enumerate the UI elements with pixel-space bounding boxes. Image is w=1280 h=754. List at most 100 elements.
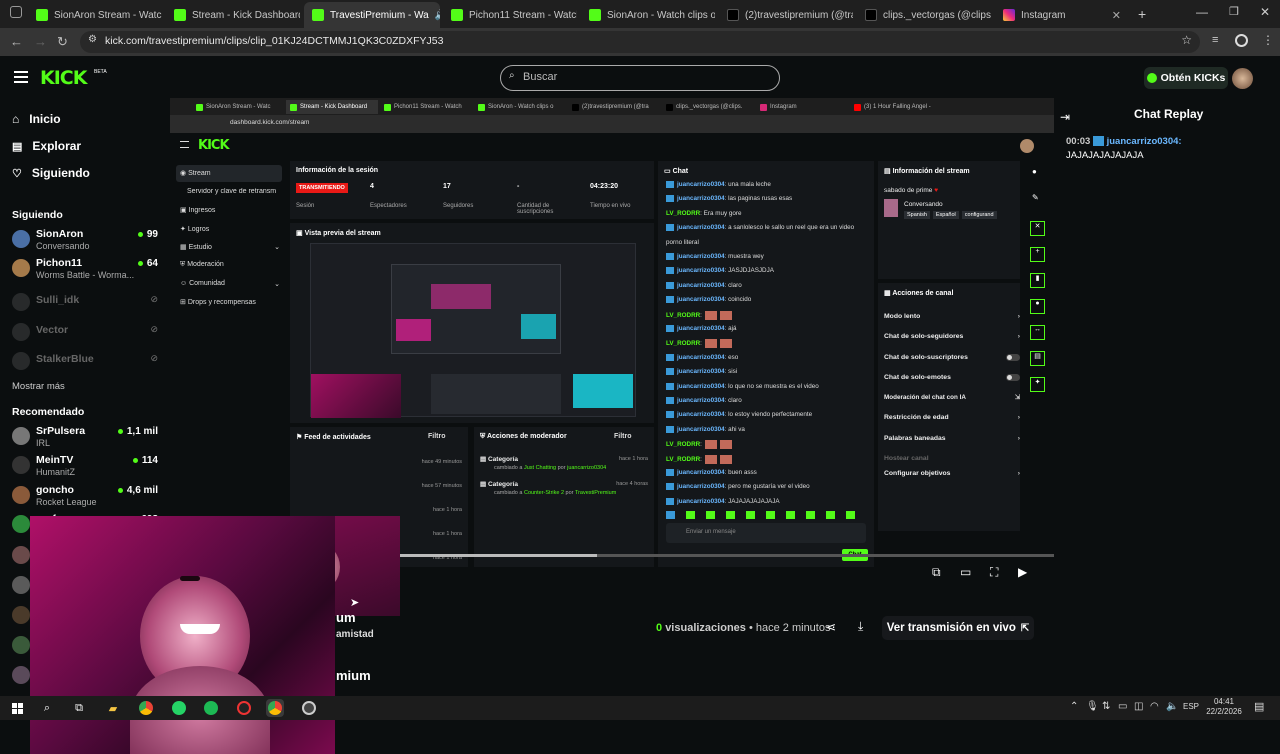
- chrome-icon[interactable]: [137, 699, 155, 717]
- avatar: [12, 259, 30, 277]
- mic-icon[interactable]: 🎙: [1086, 701, 1099, 712]
- reload-icon[interactable]: ↻: [57, 34, 68, 50]
- following-channel[interactable]: SionAron Conversando 99: [12, 226, 160, 254]
- new-tab-icon[interactable]: +: [1138, 6, 1146, 22]
- download-icon[interactable]: ⤓: [858, 619, 863, 634]
- minimize-window-icon[interactable]: —: [1196, 5, 1208, 19]
- chrome-active-icon[interactable]: [266, 699, 284, 717]
- community-icon: ☺: [180, 280, 188, 287]
- watch-live-button[interactable]: Ver transmisión en vivo ⇱: [882, 616, 1034, 640]
- show-more-link[interactable]: Mostrar más: [12, 381, 65, 392]
- captured-menu-icon: [180, 141, 189, 148]
- moderator-badge-icon: [666, 368, 674, 376]
- clip-subtitle: amistad: [336, 629, 374, 640]
- sidebar-item-explorar[interactable]: ▤ Explorar: [12, 139, 81, 153]
- browser-tab[interactable]: Stream - Kick Dashboard✕: [166, 4, 300, 26]
- avatar[interactable]: [12, 606, 30, 624]
- clip-channel-name[interactable]: mium: [336, 668, 371, 683]
- avatar[interactable]: [12, 666, 30, 684]
- media-controls-icon[interactable]: ≡: [1212, 34, 1218, 46]
- obs-icon[interactable]: [300, 699, 318, 717]
- theater-mode-icon[interactable]: ▭: [960, 565, 971, 579]
- recommended-channel[interactable]: MeinTV HumanitZ 114: [12, 452, 160, 480]
- viewer-count: 4,6 mil: [117, 485, 158, 496]
- avatar: [12, 352, 30, 370]
- whatsapp-icon[interactable]: [170, 699, 188, 717]
- chat-line: juancarrizo0304: ajá: [666, 325, 737, 332]
- clock[interactable]: 04:41 22/2/2026: [1206, 697, 1242, 717]
- browser-menu-icon[interactable]: ⋮: [1262, 33, 1274, 47]
- task-view-icon[interactable]: ⧉: [70, 699, 88, 717]
- browser-tab[interactable]: Pichon11 Stream - Watch✕: [443, 4, 577, 26]
- network-icon[interactable]: ⇅: [1102, 701, 1110, 712]
- avatar: [12, 293, 30, 311]
- forward-icon[interactable]: →: [34, 34, 47, 49]
- moderator-badge-icon: [666, 253, 674, 260]
- moderator-badge-icon: [1092, 136, 1104, 147]
- browser-tab[interactable]: Instagram ✕: [995, 4, 1129, 26]
- play-pause-icon[interactable]: ▶: [1018, 565, 1027, 579]
- notifications-icon[interactable]: ▤: [1254, 700, 1264, 713]
- info-icon: ●: [1032, 167, 1037, 176]
- app-icon[interactable]: [235, 699, 253, 717]
- category-icon: ▤: [480, 481, 487, 488]
- spotify-icon[interactable]: [202, 699, 220, 717]
- following-channel[interactable]: Vector ⊘: [12, 319, 160, 347]
- captured-tab-strip: SionAron Stream - Watc Stream - Kick Das…: [170, 98, 1054, 115]
- toggle-switch: [1006, 354, 1020, 361]
- following-channel[interactable]: Sulli_idk ⊘: [12, 289, 160, 317]
- tab-search-icon[interactable]: [10, 6, 22, 18]
- moderator-badge-icon: [666, 325, 674, 332]
- chat-tray-icon[interactable]: ◫: [1134, 701, 1143, 712]
- windows-start-icon[interactable]: [8, 699, 26, 717]
- share-icon[interactable]: ⋖: [826, 620, 836, 634]
- search-icon[interactable]: ⌕: [38, 699, 56, 717]
- address-bar[interactable]: ⚙ kick.com/travestipremium/clips/clip_01…: [80, 31, 1200, 53]
- video-progress-bar[interactable]: [340, 554, 1054, 557]
- browser-tab[interactable]: SionAron - Watch clips o✕: [581, 4, 715, 26]
- settings-icon: ▦: [884, 290, 891, 297]
- bookmark-star-icon[interactable]: ☆: [1181, 33, 1192, 47]
- moderator-badge-icon: [666, 382, 674, 390]
- volume-icon[interactable]: 🔈: [1166, 701, 1178, 712]
- close-tab-icon[interactable]: ✕: [1112, 9, 1121, 22]
- kick-favicon-icon: [589, 9, 601, 21]
- avatar[interactable]: [12, 636, 30, 654]
- site-info-icon[interactable]: ⚙: [88, 34, 97, 45]
- search-input[interactable]: ⌕ Buscar: [500, 65, 780, 91]
- avatar[interactable]: [12, 576, 30, 594]
- captured-tab: (3) 1 Hour Falling Angel -: [850, 100, 950, 114]
- pip-icon[interactable]: ⧉: [932, 565, 941, 580]
- following-channel[interactable]: Pichon11 Worms Battle - Worma... 64: [12, 255, 160, 283]
- following-channel[interactable]: StalkerBlue ⊘: [12, 348, 160, 376]
- captured-tab: Stream - Kick Dashboard: [286, 100, 378, 114]
- file-explorer-icon[interactable]: ▰: [104, 699, 122, 717]
- emote-image: [704, 310, 717, 320]
- browser-tab[interactable]: clips._vectorgas (@clips.✕: [857, 4, 991, 26]
- language-indicator[interactable]: ESP: [1183, 702, 1199, 711]
- collapse-chat-icon[interactable]: ⇥: [1060, 110, 1070, 124]
- back-icon[interactable]: ←: [10, 34, 23, 49]
- fullscreen-icon[interactable]: ⛶: [990, 565, 998, 580]
- avatar[interactable]: [12, 546, 30, 564]
- chat-line: juancarrizo0304: las paginas rusas esas: [666, 195, 792, 203]
- get-kicks-button[interactable]: Obtén KICKs: [1144, 67, 1228, 89]
- avatar: [12, 323, 30, 341]
- wifi-icon[interactable]: ◠: [1150, 701, 1159, 712]
- recommended-channel[interactable]: goncho Rocket League 4,6 mil: [12, 482, 160, 510]
- profile-icon[interactable]: [1235, 34, 1248, 47]
- captured-menu-item: ✦ Logros: [180, 226, 210, 233]
- sidebar-item-siguiendo[interactable]: ♡ Siguiendo: [12, 166, 90, 180]
- captured-tab: SionAron Stream - Watc: [192, 100, 284, 114]
- tray-overflow-icon[interactable]: ⌃: [1070, 701, 1078, 712]
- close-window-icon[interactable]: ✕: [1260, 5, 1270, 19]
- user-avatar[interactable]: [1232, 68, 1253, 89]
- browser-tab[interactable]: (2)travestipremium (@tra✕: [719, 4, 853, 26]
- restore-window-icon[interactable]: ❐: [1229, 5, 1239, 18]
- browser-tab[interactable]: SionAron Stream - Watch✕: [28, 4, 162, 26]
- recommended-channel[interactable]: SrPulsera IRL 1,1 mil: [12, 423, 160, 451]
- display-icon[interactable]: ▭: [1118, 701, 1127, 712]
- kicks-coin-icon: [1146, 73, 1157, 83]
- browser-tab-active[interactable]: TravestiPremium - Wa🔊✕: [304, 2, 440, 28]
- sidebar-item-inicio[interactable]: ⌂ Inicio: [12, 112, 61, 126]
